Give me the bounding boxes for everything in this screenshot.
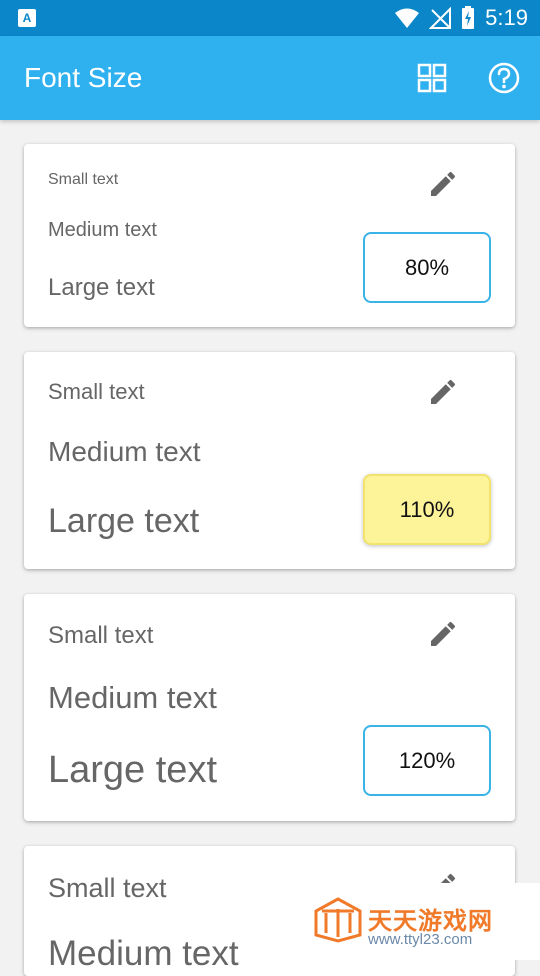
page-title: Font Size [24,62,143,93]
status-time: 5:19 [485,5,528,30]
grid-view-icon[interactable] [414,60,450,96]
app-notification-icon: A [18,9,36,27]
percent-button-selected[interactable]: 110% [363,474,491,545]
large-text-sample: Large text [48,749,217,791]
small-text-sample: Small text [48,171,119,188]
small-text-sample: Small text [48,873,167,903]
medium-text-sample: Medium text [48,934,239,973]
status-bar: A 5:19 [0,0,540,36]
percent-button[interactable]: 80% [363,232,491,303]
large-text-sample: Large text [48,502,200,540]
font-size-card-110[interactable]: Small text Medium text Large text 110% [24,352,515,569]
battery-charging-icon [462,6,475,29]
status-icons: 5:19 [395,5,528,31]
watermark-logo-icon [314,897,362,943]
medium-text-sample: Medium text [48,436,201,467]
font-size-card-120[interactable]: Small text Medium text Large text 120% [24,594,515,821]
wifi-icon [395,8,420,28]
app-bar: Font Size [0,36,540,120]
large-text-sample: Large text [48,274,155,301]
font-size-card-80[interactable]: Small text Medium text Large text 80% [24,144,515,327]
no-signal-icon [429,7,452,29]
watermark: 天天游戏网 www.ttyl23.com [296,883,540,960]
edit-pencil-icon[interactable] [427,618,459,650]
small-text-sample: Small text [48,379,145,404]
edit-pencil-icon[interactable] [427,376,459,408]
medium-text-sample: Medium text [48,219,157,241]
watermark-url: www.ttyl23.com [368,931,473,948]
help-icon[interactable] [486,60,522,96]
percent-button[interactable]: 120% [363,725,491,796]
edit-pencil-icon[interactable] [427,168,459,200]
small-text-sample: Small text [48,622,154,649]
medium-text-sample: Medium text [48,680,217,715]
